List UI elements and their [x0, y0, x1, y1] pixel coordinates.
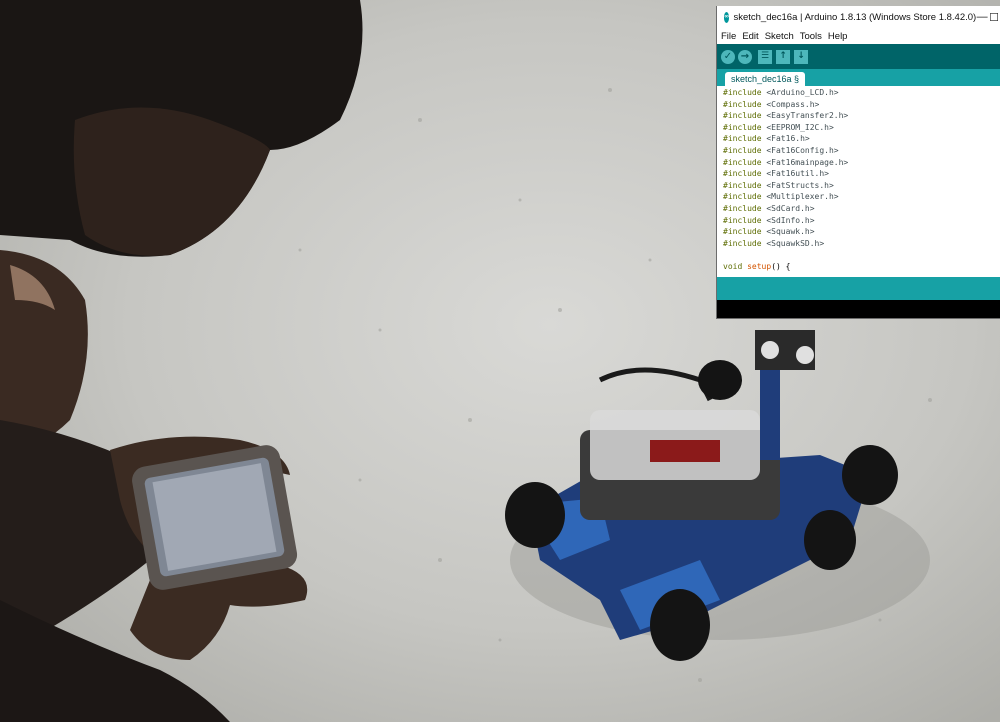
menu-bar: File Edit Sketch Tools Help: [717, 28, 1000, 44]
console-output: [717, 300, 1000, 318]
maximize-button[interactable]: ☐: [988, 11, 1000, 24]
code-line: #include <Arduino_LCD.h>: [723, 88, 839, 97]
code-line-setup: void setup() {: [723, 261, 791, 271]
code-line: #include <SdInfo.h>: [723, 215, 815, 225]
code-editor[interactable]: #include <Arduino_LCD.h> #include <Compa…: [717, 86, 1000, 277]
code-line: #include <Compass.h>: [723, 99, 820, 109]
title-bar[interactable]: ∞ sketch_dec16a | Arduino 1.8.13 (Window…: [717, 6, 1000, 28]
code-line: #include <Fat16util.h>: [723, 169, 829, 179]
code-line: #include <Squawk.h>: [723, 227, 815, 237]
tab-bar: sketch_dec16a §: [717, 69, 1000, 86]
toolbar: ✓ → ☰ ↑ ↓: [717, 44, 1000, 69]
menu-file[interactable]: File: [721, 31, 736, 42]
code-line: #include <Fat16.h>: [723, 134, 810, 144]
tab-sketch[interactable]: sketch_dec16a §: [725, 72, 806, 86]
arrow-right-icon: →: [740, 50, 750, 62]
code-line: #include <Fat16mainpage.h>: [723, 157, 849, 167]
arduino-logo-icon: ∞: [724, 11, 730, 23]
code-line: #include <EasyTransfer2.h>: [723, 111, 849, 121]
code-line: #include <Multiplexer.h>: [723, 192, 839, 202]
document-icon: ☰: [760, 51, 770, 61]
checkmark-icon: ✓: [723, 50, 733, 62]
menu-help[interactable]: Help: [828, 31, 848, 42]
code-line: #include <Fat16Config.h>: [723, 145, 839, 155]
code-line: #include <FatStructs.h>: [723, 180, 834, 190]
verify-button[interactable]: ✓: [721, 49, 735, 64]
window-title: sketch_dec16a | Arduino 1.8.13 (Windows …: [733, 11, 977, 23]
arduino-ide-window: ∞ sketch_dec16a | Arduino 1.8.13 (Window…: [716, 6, 1000, 319]
console-header: [717, 277, 1000, 300]
code-line: #include <SquawkSD.h>: [723, 238, 825, 248]
open-sketch-button[interactable]: ↑: [776, 49, 790, 64]
menu-sketch[interactable]: Sketch: [765, 31, 794, 42]
code-line: #include <SdCard.h>: [723, 203, 815, 213]
upload-button[interactable]: →: [738, 49, 752, 64]
save-sketch-button[interactable]: ↓: [794, 49, 808, 64]
arrow-down-icon: ↓: [797, 51, 805, 61]
new-sketch-button[interactable]: ☰: [758, 49, 772, 64]
arrow-up-icon: ↑: [779, 51, 787, 61]
menu-tools[interactable]: Tools: [800, 31, 822, 42]
menu-edit[interactable]: Edit: [742, 31, 758, 42]
code-line: #include <EEPROM_I2C.h>: [723, 122, 834, 132]
minimize-button[interactable]: —: [976, 11, 988, 23]
